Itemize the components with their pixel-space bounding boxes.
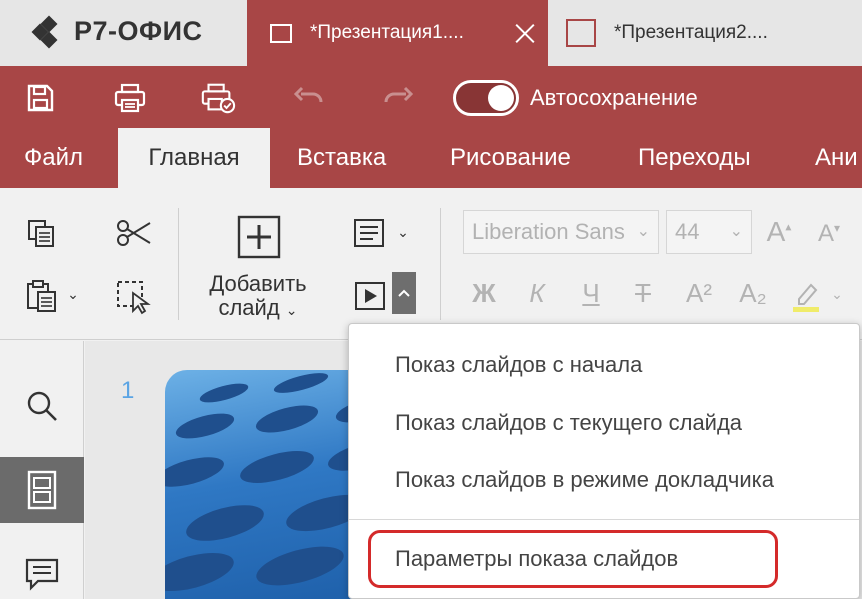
underline-button[interactable]: Ч	[574, 278, 608, 309]
document-tab-title: *Презентация2....	[614, 22, 768, 43]
tab-home[interactable]: Главная	[118, 128, 270, 188]
select-all-icon[interactable]	[112, 276, 154, 318]
font-name-value: Liberation Sans	[472, 219, 625, 244]
font-size-value: 44	[675, 219, 700, 244]
tab-transitions[interactable]: Переходы	[638, 128, 751, 188]
font-size-select[interactable]: 44 ⌄	[666, 210, 752, 254]
chevron-down-icon: ⌄	[285, 302, 298, 318]
home-toolbar: ⌄ Добавить слайд ⌄ ⌄ Liberation Sans ⌄ 4…	[0, 188, 862, 340]
brand-logo-icon	[31, 15, 66, 48]
search-button[interactable]	[0, 373, 84, 439]
chevron-down-icon: ⌄	[636, 223, 650, 240]
scissors-icon[interactable]	[112, 214, 156, 252]
title-tab-bar: Р7-ОФИС *Презентация1.... *Презентация2.…	[0, 0, 862, 66]
add-slide-button[interactable]: Добавить слайд ⌄	[200, 272, 316, 322]
left-panel	[0, 341, 84, 599]
slideshow-icon[interactable]	[352, 278, 388, 314]
brand-title: Р7-ОФИС	[74, 16, 203, 46]
toolbar-divider	[440, 208, 441, 320]
menu-item-presenter-view[interactable]: Показ слайдов в режиме докладчика	[395, 467, 774, 493]
decrease-font-button[interactable]: A▾	[812, 220, 846, 248]
chevron-down-icon[interactable]: ⌄	[396, 224, 410, 240]
document-icon	[270, 23, 292, 43]
increase-font-button[interactable]: A▴	[762, 216, 796, 248]
toggle-knob	[488, 85, 514, 111]
autosave-label: Автосохранение	[530, 85, 698, 110]
save-icon[interactable]	[22, 80, 58, 116]
document-tab-inactive[interactable]: *Презентация2....	[551, 0, 851, 66]
strikethrough-button[interactable]: Т	[626, 278, 660, 309]
toolbar-divider	[178, 208, 179, 320]
highlight-outline	[368, 530, 778, 588]
add-slide-icon[interactable]	[236, 214, 282, 260]
slide-layout-icon[interactable]	[352, 216, 386, 250]
undo-icon[interactable]	[291, 80, 327, 116]
copy-icon[interactable]	[22, 214, 60, 252]
subscript-button[interactable]: A₂	[736, 278, 770, 309]
chevron-down-icon[interactable]: ⌄	[830, 286, 844, 302]
chevron-down-icon[interactable]: ⌄	[66, 286, 80, 302]
chevron-down-icon: ⌄	[729, 223, 743, 240]
document-tab-active[interactable]: *Презентация1....	[247, 0, 548, 66]
app-header: Автосохранение Файл Главная Вставка Рисо…	[0, 66, 862, 188]
tab-insert[interactable]: Вставка	[297, 128, 386, 188]
comment-icon	[25, 558, 59, 591]
add-slide-label: слайд	[218, 295, 280, 320]
menu-item-start-from-beginning[interactable]: Показ слайдов с начала	[395, 352, 642, 378]
close-icon[interactable]	[514, 22, 536, 44]
search-icon	[27, 391, 57, 421]
italic-button[interactable]: К	[520, 278, 554, 309]
slide-number: 1	[121, 377, 135, 404]
decrease-font-icon: A	[817, 220, 834, 247]
tab-animation[interactable]: Ани	[815, 128, 858, 188]
bold-button[interactable]: Ж	[467, 278, 501, 309]
print-icon[interactable]	[112, 80, 148, 116]
document-tab-title: *Презентация1....	[310, 22, 464, 43]
tab-draw[interactable]: Рисование	[450, 128, 571, 188]
document-icon	[566, 19, 596, 47]
quick-print-icon[interactable]	[200, 80, 236, 116]
slides-icon	[27, 470, 57, 510]
slideshow-menu-button[interactable]	[392, 272, 416, 314]
redo-icon[interactable]	[380, 80, 416, 116]
paste-icon[interactable]	[22, 276, 62, 316]
superscript-button[interactable]: A²	[682, 278, 716, 309]
menu-separator	[349, 519, 859, 520]
increase-font-icon: A	[766, 216, 786, 247]
add-slide-label: Добавить	[209, 271, 307, 296]
app-brand: Р7-ОФИС	[31, 15, 203, 48]
font-name-select[interactable]: Liberation Sans ⌄	[463, 210, 659, 254]
highlight-color-icon[interactable]	[790, 278, 822, 314]
autosave-toggle[interactable]	[453, 80, 519, 116]
comments-button[interactable]	[0, 541, 84, 599]
menu-item-start-from-current[interactable]: Показ слайдов с текущего слайда	[395, 410, 742, 436]
tab-file[interactable]: Файл	[24, 128, 83, 188]
slides-panel-button[interactable]	[0, 457, 84, 523]
chevron-up-icon	[398, 289, 410, 297]
